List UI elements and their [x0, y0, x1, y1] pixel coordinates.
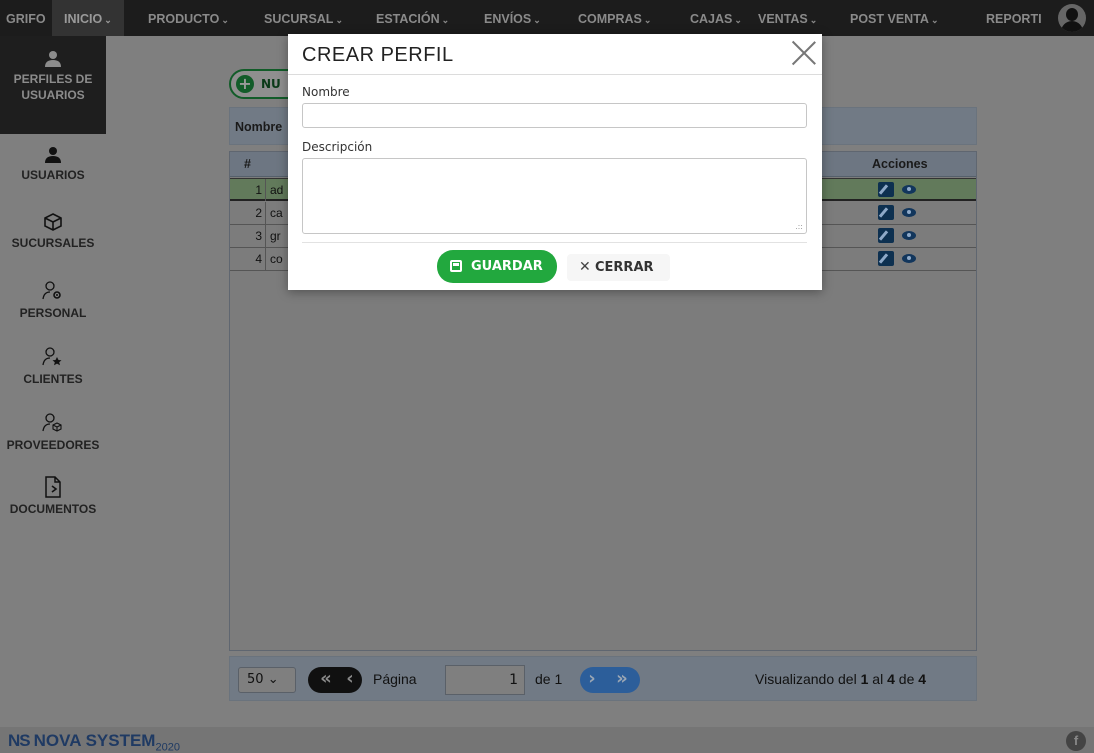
box-icon	[44, 213, 62, 231]
divider	[288, 74, 822, 75]
chevron-down-icon: ⌄	[335, 15, 343, 25]
sidebar-item-documentos[interactable]: DOCUMENTOS	[0, 476, 106, 528]
user-box-icon	[42, 413, 62, 432]
floppy-disk-icon	[450, 260, 462, 272]
description-label: Descripción	[302, 140, 373, 154]
eye-icon[interactable]	[902, 254, 916, 263]
nav-item-cajas[interactable]: CAJAS ⌄	[690, 0, 742, 36]
chevron-down-icon: ⌄	[104, 15, 112, 25]
save-button[interactable]: GUARDAR	[437, 250, 557, 283]
eye-icon[interactable]	[902, 208, 916, 217]
sidebar: PERFILES DE USUARIOS USUARIOS SUCURSALES…	[0, 36, 106, 726]
filter-label-nombre: Nombre	[235, 120, 283, 134]
edit-icon[interactable]	[878, 205, 894, 220]
showing-range-text: Visualizando del 1 al 4 de 4	[755, 671, 927, 687]
document-icon	[45, 476, 61, 498]
user-icon	[45, 51, 61, 67]
create-profile-modal: CREAR PERFIL Nombre Descripción .:: GUAR…	[288, 34, 822, 290]
description-textarea[interactable]: .::	[302, 158, 807, 234]
edit-icon[interactable]	[878, 251, 894, 266]
close-icon: ✕	[579, 259, 591, 275]
sidebar-item-usuarios[interactable]: USUARIOS	[0, 146, 106, 198]
sidebar-item-sucursales[interactable]: SUCURSALES	[0, 212, 106, 264]
top-navbar: GRIFO INICIO ⌄ PRODUCTO ⌄ SUCURSAL ⌄ ESTACI…	[0, 0, 1094, 36]
next-page-button[interactable]: ›	[580, 667, 604, 693]
nav-item-ventas[interactable]: VENTAS ⌄	[758, 0, 817, 36]
nav-item-envios[interactable]: ENVÍOS ⌄	[484, 0, 541, 36]
chevron-down-icon: ⌄	[643, 15, 652, 25]
column-header-actions: Acciones	[872, 157, 928, 171]
sidebar-item-personal[interactable]: PERSONAL	[0, 280, 106, 332]
page-of-label: de 1	[535, 671, 563, 687]
name-label: Nombre	[302, 85, 350, 99]
chevron-down-icon: ⌄	[441, 15, 450, 25]
chevron-down-icon: ⌄	[734, 15, 742, 25]
column-header-number: #	[244, 157, 251, 171]
divider	[302, 242, 807, 243]
name-input[interactable]	[302, 103, 807, 128]
nav-item-producto[interactable]: PRODUCTO ⌄	[148, 0, 229, 36]
page-label: Página	[373, 671, 417, 687]
nova-system-logo: NS NOVA SYSTEM2020	[8, 731, 180, 753]
sidebar-item-clientes[interactable]: CLIENTES	[0, 346, 106, 398]
nav-item-compras[interactable]: COMPRAS ⌄	[578, 0, 651, 36]
edit-icon[interactable]	[878, 228, 894, 243]
chevron-down-icon: ⌄	[267, 672, 279, 687]
plus-circle-icon: +	[236, 75, 254, 93]
sidebar-item-perfiles-usuarios[interactable]: PERFILES DE USUARIOS	[0, 36, 106, 134]
page-number-input[interactable]: 1	[445, 665, 525, 695]
footer: NS NOVA SYSTEM2020 f	[0, 727, 1094, 753]
last-page-button[interactable]: »	[604, 667, 640, 693]
nav-item-estacion[interactable]: ESTACIÓN ⌄	[376, 0, 449, 36]
user-star-icon	[42, 347, 62, 366]
resize-grip-icon[interactable]: .::	[795, 222, 803, 231]
sidebar-item-proveedores[interactable]: PROVEEDORES	[0, 412, 106, 464]
chevron-down-icon: ⌄	[809, 15, 818, 25]
prev-page-button[interactable]: ‹	[338, 667, 362, 693]
chevron-down-icon: ⌄	[930, 15, 939, 25]
nav-item-grifo[interactable]: GRIFO	[6, 0, 46, 36]
nav-item-sucursal[interactable]: SUCURSAL ⌄	[264, 0, 343, 36]
pagination-bar: 50 ⌄ « ‹ Página 1 de 1 › » Visualizando …	[229, 656, 977, 701]
user-avatar-icon[interactable]	[1058, 4, 1086, 32]
close-button[interactable]: ✕ CERRAR	[567, 254, 670, 281]
user-gear-icon	[42, 281, 61, 300]
modal-title: CREAR PERFIL	[302, 44, 454, 66]
chevron-down-icon: ⌄	[533, 15, 541, 25]
edit-icon[interactable]	[878, 182, 894, 197]
user-icon	[45, 147, 61, 163]
page-size-select[interactable]: 50 ⌄	[238, 667, 296, 693]
facebook-icon[interactable]: f	[1066, 731, 1086, 751]
close-icon[interactable]	[788, 36, 820, 68]
nav-item-reportes[interactable]: REPORTI	[986, 0, 1042, 36]
nav-item-inicio[interactable]: INICIO ⌄	[52, 0, 124, 36]
chevron-down-icon: ⌄	[221, 15, 229, 25]
eye-icon[interactable]	[902, 231, 916, 240]
nav-item-post-venta[interactable]: POST VENTA ⌄	[850, 0, 939, 36]
eye-icon[interactable]	[902, 185, 916, 194]
